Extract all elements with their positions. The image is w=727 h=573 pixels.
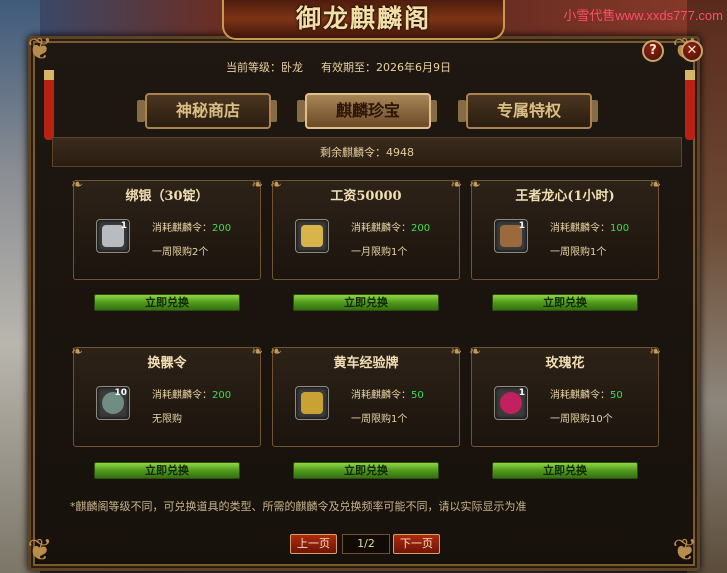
- corner-ornament-icon: ❦: [672, 533, 698, 568]
- cost-label: 消耗麒麟令：: [351, 223, 411, 234]
- item-title: 换髁令: [147, 356, 187, 371]
- item-count: 1: [518, 388, 525, 398]
- corner-ornament-icon: ❦: [27, 32, 53, 67]
- cost-value: 100: [610, 223, 630, 234]
- tab-qilin-treasures[interactable]: 麒麟珍宝: [305, 93, 431, 129]
- item-slot[interactable]: [295, 219, 329, 253]
- cost-label: 消耗麒麟令：: [152, 390, 212, 401]
- purchase-limit: 一周限购1个: [351, 414, 408, 425]
- expiry-date: 有效期至：2026年6月9日: [321, 61, 451, 74]
- item-card: ❧ ❧ 王者龙心(1小时) 1 消耗麒麟令：100 一周限购1个: [469, 177, 661, 280]
- cost-value: 200: [212, 390, 232, 401]
- purchase-limit: 无限购: [152, 414, 182, 425]
- info-row: 当前等级：卧龙 有效期至：2026年6月9日: [226, 59, 586, 75]
- item-slot[interactable]: 1: [96, 219, 130, 253]
- redeem-button[interactable]: 立即兑换: [293, 462, 439, 479]
- prev-page-button[interactable]: 上一页: [290, 534, 337, 554]
- close-button[interactable]: ✕: [681, 40, 703, 62]
- page-indicator: 1/2: [342, 534, 390, 554]
- tab-mystery-shop[interactable]: 神秘商店: [145, 93, 271, 129]
- item-card: ❧ ❧ 绑银（30锭） 1 消耗麒麟令：200 一周限购2个: [71, 177, 263, 280]
- watermark-text: 小雪代售www.xxds777.com: [563, 8, 723, 23]
- redeem-button[interactable]: 立即兑换: [94, 462, 240, 479]
- tab-ornament: [458, 100, 466, 122]
- item-card: ❧ ❧ 换髁令 10 消耗麒麟令：200 无限购: [71, 344, 263, 447]
- item-slot[interactable]: 10: [96, 386, 130, 420]
- redeem-button[interactable]: 立即兑换: [293, 294, 439, 311]
- title-banner: 御龙麒麟阁: [222, 0, 505, 40]
- item-slot[interactable]: 1: [494, 386, 528, 420]
- current-level: 当前等级：卧龙: [226, 61, 303, 74]
- tab-exclusive-privileges[interactable]: 专属特权: [466, 93, 592, 129]
- item-cost: 消耗麒麟令：50: [351, 386, 424, 401]
- item-title: 绑银（30锭）: [125, 189, 209, 204]
- cost-label: 消耗麒麟令：: [550, 223, 610, 234]
- footnote: *麒麟阁等级不同，可兑换道具的类型、所需的麒麟令及兑换频率可能不同，请以实际显示…: [70, 500, 527, 513]
- purchase-limit: 一周限购10个: [550, 414, 613, 425]
- cost-value: 50: [610, 390, 623, 401]
- item-card: ❧ ❧ 工资50000 消耗麒麟令：200 一月限购1个: [270, 177, 462, 280]
- purchase-limit: 一月限购1个: [351, 247, 408, 258]
- item-cost: 消耗麒麟令：50: [550, 386, 623, 401]
- remaining-tokens: 剩余麒麟令：4948: [52, 137, 682, 167]
- yellow-cart-icon: [301, 392, 323, 414]
- cost-value: 200: [212, 223, 232, 234]
- item-title: 玫瑰花: [545, 356, 585, 371]
- item-title: 王者龙心(1小时): [515, 189, 615, 204]
- page-title: 御龙麒麟阁: [295, 4, 431, 33]
- purchase-limit: 一周限购1个: [550, 247, 607, 258]
- item-cost: 消耗麒麟令：200: [351, 219, 430, 234]
- corner-ornament-icon: ❦: [27, 533, 53, 568]
- item-count: 1: [518, 221, 525, 231]
- gold-bag-icon: [301, 225, 323, 247]
- cost-label: 消耗麒麟令：: [351, 390, 411, 401]
- tassel-right: [685, 70, 695, 140]
- item-title: 黄车经验牌: [333, 356, 399, 371]
- redeem-button[interactable]: 立即兑换: [492, 294, 638, 311]
- purchase-limit: 一周限购2个: [152, 247, 209, 258]
- tab-ornament: [297, 100, 305, 122]
- cost-label: 消耗麒麟令：: [550, 390, 610, 401]
- item-slot[interactable]: [295, 386, 329, 420]
- next-page-button[interactable]: 下一页: [393, 534, 440, 554]
- cost-label: 消耗麒麟令：: [152, 223, 212, 234]
- item-cost: 消耗麒麟令：200: [152, 386, 231, 401]
- item-count: 1: [120, 221, 127, 231]
- redeem-button[interactable]: 立即兑换: [492, 462, 638, 479]
- item-cost: 消耗麒麟令：200: [152, 219, 231, 234]
- item-cost: 消耗麒麟令：100: [550, 219, 629, 234]
- item-slot[interactable]: 1: [494, 219, 528, 253]
- cost-value: 200: [411, 223, 431, 234]
- help-button[interactable]: ?: [642, 40, 664, 62]
- cost-value: 50: [411, 390, 424, 401]
- tassel-left: [44, 70, 54, 140]
- item-card: ❧ ❧ 黄车经验牌 消耗麒麟令：50 一周限购1个: [270, 344, 462, 447]
- redeem-button[interactable]: 立即兑换: [94, 294, 240, 311]
- item-card: ❧ ❧ 玫瑰花 1 消耗麒麟令：50 一周限购10个: [469, 344, 661, 447]
- tab-ornament: [137, 100, 145, 122]
- item-title: 工资50000: [330, 189, 402, 204]
- item-count: 10: [114, 388, 127, 398]
